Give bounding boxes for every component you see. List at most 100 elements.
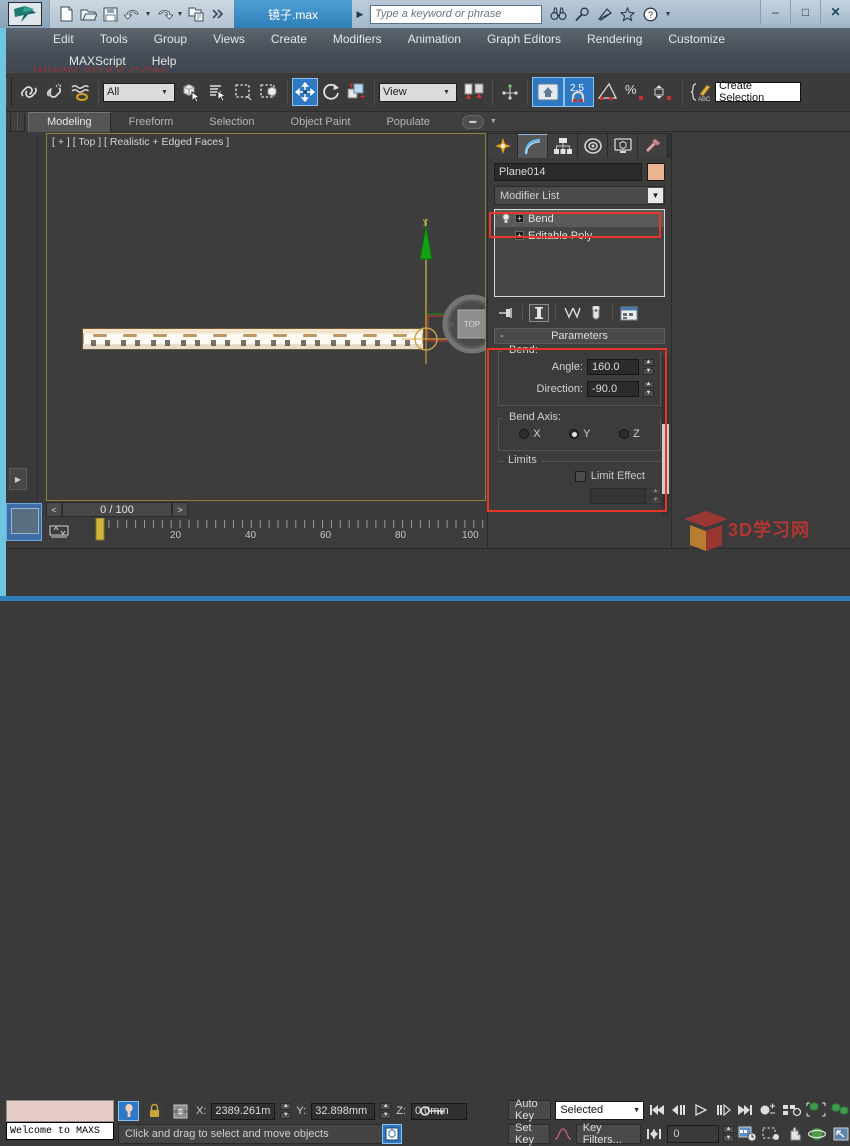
viewport[interactable]: [ + ] [ Top ] [ Realistic + Edged Faces …: [46, 133, 486, 501]
key-filters-button[interactable]: Key Filters...: [576, 1124, 642, 1144]
modifier-stack-item-bend[interactable]: + Bend: [495, 210, 664, 227]
menu-modifiers[interactable]: Modifiers: [320, 28, 395, 50]
lock-selection-icon[interactable]: [144, 1101, 165, 1121]
document-tab-overflow-arrow-icon[interactable]: ▶: [352, 0, 368, 28]
redo-icon[interactable]: [154, 3, 174, 25]
save-file-icon[interactable]: [100, 3, 120, 25]
select-and-link-icon[interactable]: [16, 78, 42, 106]
menu-rendering[interactable]: Rendering: [574, 28, 655, 50]
play-animation-icon[interactable]: [692, 1100, 710, 1120]
hierarchy-tab[interactable]: [548, 134, 578, 158]
orbit-icon[interactable]: [808, 1124, 828, 1144]
close-button[interactable]: ✕: [820, 0, 850, 24]
reference-coordinate-system-combo[interactable]: View ▼: [379, 83, 457, 102]
spinner-down-icon[interactable]: ▼: [280, 1112, 291, 1119]
search-input[interactable]: Type a keyword or phrase: [370, 5, 542, 24]
selection-filter-combo[interactable]: All ▼: [103, 83, 175, 102]
rectangular-selection-region-icon[interactable]: [231, 78, 257, 106]
y-field[interactable]: 32.898mm: [311, 1103, 375, 1120]
motion-tab[interactable]: [578, 134, 608, 158]
left-rail-expand-button[interactable]: ▶: [9, 468, 27, 490]
spinner-snap-toggle-icon[interactable]: [650, 78, 678, 106]
current-frame-spinner[interactable]: ▲▼: [723, 1126, 734, 1142]
expand-plus-icon[interactable]: +: [515, 214, 524, 223]
auto-key-button[interactable]: Auto Key: [508, 1100, 551, 1120]
bend-axis-x-radio[interactable]: X: [519, 428, 540, 440]
menu-graph-editors[interactable]: Graph Editors: [474, 28, 574, 50]
more-commands-icon[interactable]: [208, 3, 228, 25]
modifier-list-combo[interactable]: Modifier List ▼: [494, 186, 665, 205]
zoom-extents-all-icon[interactable]: [830, 1100, 850, 1120]
menu-help[interactable]: Help: [139, 50, 190, 72]
command-panel-scrollbar-thumb[interactable]: [662, 424, 669, 494]
undo-icon[interactable]: [122, 3, 142, 25]
bind-to-space-warp-icon[interactable]: [68, 78, 94, 106]
viewport-thumbnail[interactable]: [6, 503, 42, 541]
help-dropdown-arrow-icon[interactable]: ▼: [664, 3, 672, 25]
adaptive-degradation-icon[interactable]: [382, 1124, 402, 1144]
modifier-stack[interactable]: + Bend + Editable Poly: [494, 209, 665, 297]
go-to-end-icon[interactable]: [736, 1100, 754, 1120]
use-center-flyout-icon[interactable]: [462, 78, 488, 106]
menu-animation[interactable]: Animation: [395, 28, 474, 50]
timeline-prev-button[interactable]: <: [46, 502, 62, 517]
direction-spinner[interactable]: ▲▼: [643, 381, 654, 397]
unlink-selection-icon[interactable]: [42, 78, 68, 106]
select-and-rotate-icon[interactable]: [318, 78, 344, 106]
go-to-start-icon[interactable]: [648, 1100, 666, 1120]
named-selection-sets-input[interactable]: Create Selection: [715, 82, 801, 102]
application-menu-button[interactable]: [0, 0, 49, 28]
angle-input[interactable]: 160.0: [587, 359, 639, 375]
display-tab[interactable]: [608, 134, 638, 158]
spinner-up-icon[interactable]: ▲: [643, 381, 654, 388]
pan-view-icon[interactable]: [786, 1124, 804, 1144]
previous-frame-icon[interactable]: [670, 1100, 688, 1120]
menu-customize[interactable]: Customize: [655, 28, 738, 50]
frame-readout[interactable]: 0 / 100: [62, 502, 172, 517]
x-spinner[interactable]: ▲▼: [280, 1103, 291, 1119]
limit-effect-checkbox[interactable]: [575, 471, 586, 482]
magnifier-icon[interactable]: [572, 4, 591, 24]
pin-stack-icon[interactable]: [496, 304, 516, 322]
angle-snap-toggle-icon[interactable]: 2.5: [564, 77, 594, 107]
menu-edit[interactable]: Edit: [40, 28, 87, 50]
absolute-relative-transform-icon[interactable]: [170, 1101, 191, 1121]
key-mode-previous-next-icon[interactable]: [645, 1124, 663, 1144]
favorites-star-icon[interactable]: [618, 4, 637, 24]
current-frame-input[interactable]: 0: [667, 1125, 719, 1143]
search-binoculars-icon[interactable]: [549, 4, 568, 24]
select-object-icon[interactable]: [179, 78, 205, 106]
selection-level-combo[interactable]: Selected ▼: [555, 1101, 644, 1120]
spinner-up-icon[interactable]: ▲: [380, 1103, 391, 1110]
select-and-manipulate-icon[interactable]: [497, 78, 523, 106]
viewcube[interactable]: TOP W E: [439, 293, 486, 359]
open-mini-curve-editor-icon[interactable]: [48, 521, 70, 541]
redo-dropdown-arrow-icon[interactable]: ▼: [176, 3, 184, 25]
spinner-up-icon[interactable]: ▲: [723, 1126, 734, 1133]
spinner-up-icon[interactable]: ▲: [280, 1103, 291, 1110]
maxscript-mini-listener[interactable]: [6, 1100, 114, 1122]
ribbon-minimize-arrow-icon[interactable]: ▼: [490, 118, 497, 125]
next-frame-icon[interactable]: [714, 1100, 732, 1120]
upper-limit-spinner[interactable]: ▲▼: [650, 488, 661, 504]
set-key-button[interactable]: Set Key: [508, 1124, 550, 1144]
y-spinner[interactable]: ▲▼: [380, 1103, 391, 1119]
configure-modifier-sets-icon[interactable]: [619, 304, 639, 322]
region-zoom-icon[interactable]: [762, 1124, 782, 1144]
menu-group[interactable]: Group: [141, 28, 200, 50]
snaps-toggle-icon[interactable]: [532, 77, 564, 107]
tab-populate[interactable]: Populate: [368, 112, 447, 132]
create-tab[interactable]: [488, 134, 518, 158]
select-and-scale-icon[interactable]: [344, 78, 370, 106]
tab-object-paint[interactable]: Object Paint: [273, 112, 369, 132]
project-folder-icon[interactable]: [186, 3, 206, 25]
tab-modeling[interactable]: Modeling: [28, 112, 111, 132]
spinner-down-icon[interactable]: ▼: [643, 368, 654, 375]
document-tab[interactable]: 镜子.max: [234, 0, 352, 28]
track-bar[interactable]: 20 40 60 80 100: [0, 518, 486, 548]
zoom-icon[interactable]: [758, 1100, 778, 1120]
modify-tab[interactable]: [518, 134, 548, 158]
x-field[interactable]: 2389.261m: [211, 1103, 275, 1120]
angle-snap-measure-icon[interactable]: [594, 78, 622, 106]
spinner-up-icon[interactable]: ▲: [643, 359, 654, 366]
